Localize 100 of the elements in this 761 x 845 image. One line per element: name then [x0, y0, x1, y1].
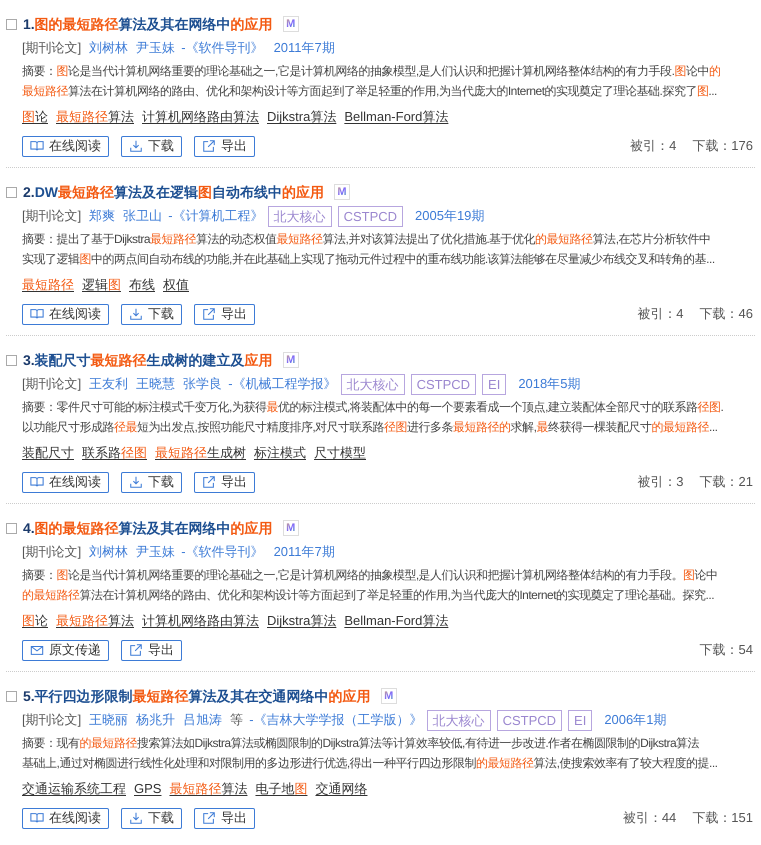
- download-button[interactable]: 下载: [121, 136, 182, 156]
- issue-link[interactable]: 2005年19期: [415, 206, 484, 226]
- author-link[interactable]: 张卫山: [123, 206, 162, 226]
- index-tag: EI: [482, 374, 506, 394]
- index-tag: CSTPCD: [338, 206, 404, 226]
- export-button[interactable]: 导出: [121, 640, 182, 660]
- article-title-link[interactable]: 2.DW最短路径算法及在逻辑图自动布线中的应用: [23, 182, 324, 202]
- article-title-link[interactable]: 5.平行四边形限制最短路径算法及其在交通网络中的应用: [23, 686, 371, 706]
- article-type: [期刊论文]: [22, 207, 82, 226]
- keyword-link[interactable]: 最短路径算法: [169, 779, 248, 799]
- abstract-text: 的最短路径算法在计算机网络的路由、优化和架构设计等方面起到了举足轻重的作用,为当代庞大的Internet的实现奠定了理论基础。探究...: [22, 587, 714, 604]
- stat-count: 被引：44: [622, 809, 676, 828]
- abstract-text: 摘要：现有的最短路径搜索算法如Dijkstra算法或椭圆限制的Dijkstra算法等计算效率较低,有待进一步改进.作者在椭圆限制的Dijkstra算法: [22, 735, 700, 752]
- journal-link[interactable]: -《软件导刊》: [181, 542, 264, 562]
- journal-link[interactable]: -《软件导刊》: [181, 38, 264, 58]
- journal-link[interactable]: -《机械工程学报》: [228, 374, 337, 394]
- index-tag: EI: [568, 710, 592, 730]
- download-button[interactable]: 下载: [121, 808, 182, 828]
- abstract-text: 摘要：图论是当代计算机网络重要的理论基础之一,它是计算机网络的抽象模型,是人们认识和把握计算机网络整体结构的有力手段。图论中: [22, 567, 718, 584]
- book-icon: [30, 307, 44, 321]
- export-button[interactable]: 导出: [194, 808, 255, 828]
- stat-count: 下载：151: [692, 809, 753, 828]
- keyword-link[interactable]: 布线: [129, 275, 155, 295]
- keyword-link[interactable]: Bellman-Ford算法: [344, 107, 448, 127]
- abstract-text: 摘要：图论是当代计算机网络重要的理论基础之一,它是计算机网络的抽象模型,是人们认识和把握计算机网络整体结构的有力手段.图论中的: [22, 63, 721, 80]
- keyword-link[interactable]: 逻辑图: [82, 275, 121, 295]
- issue-link[interactable]: 2018年5期: [518, 374, 580, 394]
- index-tag: CSTPCD: [496, 710, 562, 730]
- keyword-link[interactable]: 计算机网络路由算法: [142, 107, 259, 127]
- author-link[interactable]: 尹玉妹: [136, 38, 176, 58]
- download-button[interactable]: 下载: [121, 304, 182, 324]
- keyword-link[interactable]: 最短路径算法: [56, 611, 134, 631]
- index-tag: 北大核心: [268, 206, 332, 226]
- abstract-text: 以功能尺寸形成路径最短为出发点,按照功能尺寸精度排序,对尺寸联系路径图进行多条最短路径的求解,最终获得一棵装配尺寸的最短路径...: [22, 419, 718, 436]
- keyword-link[interactable]: 最短路径算法: [56, 107, 134, 127]
- export-icon: [202, 139, 216, 153]
- checkbox[interactable]: [6, 354, 17, 366]
- author-link[interactable]: 郑爽: [89, 206, 116, 226]
- keyword-link[interactable]: 交通网络: [315, 779, 368, 799]
- abstract-text: 基础上,通过对椭圆进行线性化处理和对限制用的多边形进行优选,得出一种平行四边形限制的最短路径算法,使搜索效率有了较大程度的提...: [22, 755, 718, 772]
- stat-count: 下载：21: [700, 473, 753, 492]
- deliver-button[interactable]: 原文传递: [22, 640, 109, 660]
- article-title-link[interactable]: 3.装配尺寸最短路径生成树的建立及应用: [23, 350, 273, 370]
- checkbox[interactable]: [6, 186, 17, 198]
- export-button[interactable]: 导出: [194, 472, 255, 492]
- author-link[interactable]: 王晓丽: [89, 710, 128, 730]
- download-icon: [129, 475, 143, 489]
- read-button[interactable]: 在线阅读: [22, 304, 109, 324]
- index-tag: 北大核心: [340, 374, 405, 394]
- keyword-link[interactable]: 最短路径生成树: [155, 443, 246, 463]
- keyword-link[interactable]: 装配尺寸: [22, 443, 74, 463]
- checkbox[interactable]: [6, 18, 17, 30]
- export-button[interactable]: 导出: [194, 136, 255, 156]
- stat-count: 下载：46: [700, 305, 753, 324]
- author-link[interactable]: 刘树林: [89, 38, 128, 58]
- export-button[interactable]: 导出: [194, 304, 255, 324]
- checkbox[interactable]: [6, 690, 17, 702]
- keyword-link[interactable]: 图论: [22, 611, 48, 631]
- journal-link[interactable]: -《吉林大学学报（工学版）》: [249, 710, 423, 730]
- stat-count: 下载：54: [700, 641, 753, 660]
- read-button[interactable]: 在线阅读: [22, 472, 109, 492]
- article-type: [期刊论文]: [22, 543, 82, 562]
- keyword-link[interactable]: 交通运输系统工程: [22, 779, 126, 799]
- keyword-link[interactable]: 尺寸模型: [314, 443, 366, 463]
- keyword-link[interactable]: 联系路径图: [82, 443, 147, 463]
- journal-link[interactable]: -《计算机工程》: [168, 206, 264, 226]
- author-link[interactable]: 尹玉妹: [136, 542, 176, 562]
- checkbox[interactable]: [6, 522, 17, 534]
- stat-count: 下载：176: [692, 137, 753, 156]
- article-title-link[interactable]: 4.图的最短路径算法及其在网络中的应用: [23, 518, 273, 538]
- article-type: [期刊论文]: [22, 39, 82, 58]
- author-link[interactable]: 王友利: [89, 374, 128, 394]
- keyword-link[interactable]: 图论: [22, 107, 48, 127]
- export-icon: [202, 475, 216, 489]
- keyword-link[interactable]: Dijkstra算法: [267, 107, 336, 127]
- issue-link[interactable]: 2011年7期: [274, 38, 335, 58]
- read-button[interactable]: 在线阅读: [22, 808, 109, 828]
- author-link[interactable]: 杨兆升: [136, 710, 176, 730]
- envelope-icon: [30, 643, 44, 657]
- keyword-link[interactable]: 电子地图: [255, 779, 308, 799]
- keyword-link[interactable]: 标注模式: [254, 443, 306, 463]
- export-icon: [202, 811, 216, 825]
- abstract-text: 摘要：零件尺寸可能的标注模式千变万化,为获得最优的标注模式,将装配体中的每一个要素看成一个顶点,建立装配体全部尺寸的联系路径图.: [22, 399, 724, 416]
- read-button[interactable]: 在线阅读: [22, 136, 109, 156]
- keyword-link[interactable]: GPS: [134, 779, 162, 799]
- article-type: [期刊论文]: [22, 375, 82, 394]
- download-button[interactable]: 下载: [121, 472, 182, 492]
- issue-link[interactable]: 2011年7期: [274, 542, 335, 562]
- keyword-link[interactable]: 权值: [163, 275, 189, 295]
- format-badge: M: [282, 16, 299, 32]
- article-title-link[interactable]: 1.图的最短路径算法及其在网络中的应用: [23, 14, 273, 34]
- issue-link[interactable]: 2006年1期: [604, 710, 666, 730]
- keyword-link[interactable]: Dijkstra算法: [267, 611, 336, 631]
- author-link[interactable]: 王晓慧: [136, 374, 176, 394]
- author-link[interactable]: 吕旭涛: [183, 710, 222, 730]
- author-link[interactable]: 张学良: [183, 374, 222, 394]
- keyword-link[interactable]: Bellman-Ford算法: [344, 611, 448, 631]
- author-link[interactable]: 刘树林: [89, 542, 128, 562]
- index-tag: CSTPCD: [410, 374, 476, 394]
- keyword-link[interactable]: 计算机网络路由算法: [142, 611, 259, 631]
